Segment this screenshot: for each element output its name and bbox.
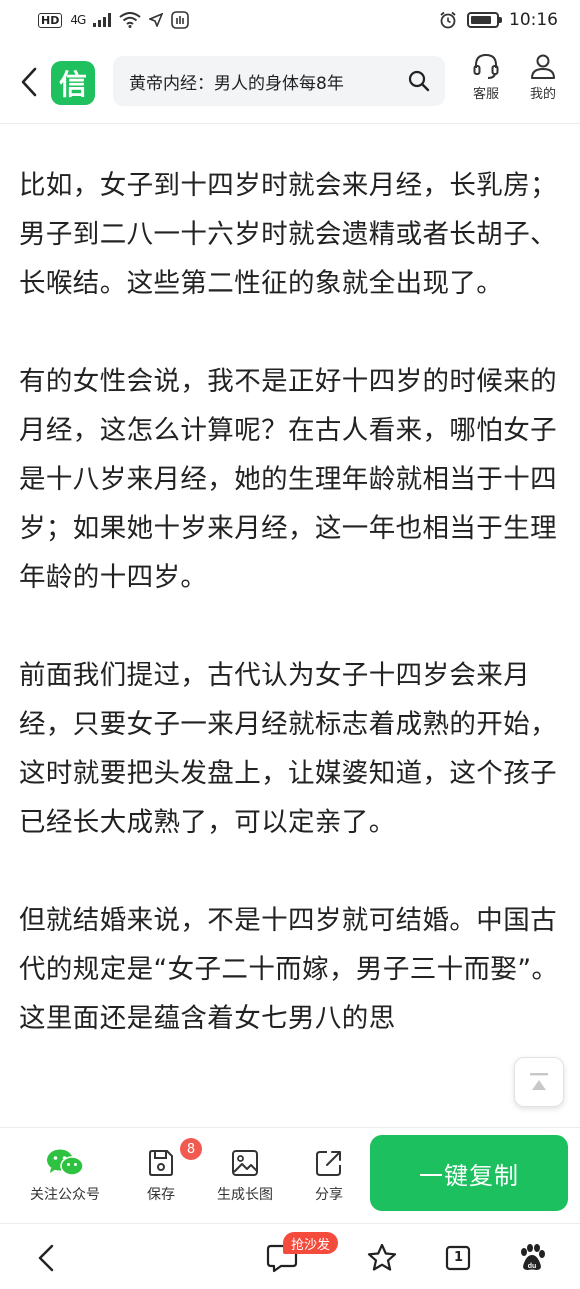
battery-icon [467, 12, 502, 28]
status-left: HD 4G [38, 11, 190, 29]
article-paragraph: 但就结婚来说，不是十四岁就可结婚。中国古代的规定是“女子二十而嫁，男子三十而娶”… [19, 905, 559, 1034]
search-icon[interactable] [407, 69, 431, 93]
svg-text:du: du [528, 1263, 537, 1270]
save-icon [149, 1150, 173, 1176]
generate-long-image-button[interactable]: 生成长图 [210, 1148, 280, 1204]
top-header: 信 黄帝内经：男人的身体每8年 客服 我的 [0, 40, 580, 124]
alarm-icon [440, 11, 456, 29]
save-count-badge: 8 [180, 1138, 202, 1160]
follow-wechat-button[interactable]: 关注公众号 [22, 1148, 108, 1204]
one-click-copy-button[interactable]: 一键复制 [370, 1135, 568, 1211]
location-arrow-icon [149, 13, 164, 27]
profile-button[interactable]: 我的 [519, 52, 567, 102]
share-icon [316, 1151, 341, 1176]
article-paragraph: 有的女性会说，我不是正好十四岁的时候来的月经，这怎么计算呢？在古人看来，哪怕女子… [19, 366, 557, 593]
share-label: 分享 [315, 1187, 343, 1203]
logo-char: 信 [58, 68, 87, 101]
browser-back-button[interactable] [26, 1238, 66, 1278]
search-query[interactable]: 黄帝内经：男人的身体每8年 [129, 69, 407, 94]
profile-label: 我的 [529, 87, 556, 102]
follow-wechat-label: 关注公众号 [30, 1187, 100, 1203]
article-content: 比如，女子到十四岁时就会来月经，长乳房；男子到二八一十六岁时就会遗精或者长胡子、… [0, 124, 580, 1127]
tabs-button[interactable]: 1 [438, 1238, 478, 1278]
tabs-count: 1 [454, 1250, 464, 1265]
grab-sofa-badge: 抢沙发 [283, 1232, 339, 1254]
clock: 10:16 [509, 10, 558, 30]
generate-long-image-label: 生成长图 [217, 1187, 273, 1203]
customer-service-button[interactable]: 客服 [462, 52, 510, 102]
article-paragraph: 比如，女子到十四岁时就会来月经，长乳房；男子到二八一十六岁时就会遗精或者长胡子、… [19, 170, 557, 299]
status-bar: HD 4G 10:16 [0, 0, 580, 40]
wechat-icon [47, 1149, 84, 1176]
baidu-paw-icon: du [521, 1244, 545, 1270]
signal-type: 4G [70, 13, 86, 27]
image-icon [232, 1150, 258, 1176]
article-paragraph: 前面我们提过，古代认为女子十四岁会来月经，只要女子一来月经就标志着成熟的开始，这… [19, 660, 557, 838]
chevron-left-icon [38, 1244, 54, 1272]
favorite-button[interactable] [362, 1238, 402, 1278]
save-label: 保存 [147, 1187, 175, 1203]
back-button[interactable] [14, 62, 44, 102]
search-bar[interactable]: 黄帝内经：男人的身体每8年 [113, 56, 445, 106]
customer-service-label: 客服 [472, 87, 499, 102]
chevron-left-icon [21, 67, 37, 97]
arrow-to-top-icon [530, 1073, 548, 1090]
save-button[interactable]: 保存 [137, 1148, 185, 1204]
share-button[interactable]: 分享 [305, 1148, 353, 1204]
star-icon [367, 1243, 397, 1271]
hand-icon [171, 11, 190, 29]
scroll-to-top-button[interactable] [514, 1057, 564, 1107]
app-logo[interactable]: 信 [51, 61, 95, 105]
wifi-icon [119, 12, 141, 28]
headset-icon [473, 53, 499, 79]
network-hd-indicator: HD [38, 12, 63, 28]
signal-bars-icon [93, 13, 112, 27]
status-right: 10:16 [439, 10, 558, 30]
battery-level [471, 16, 491, 24]
user-icon [531, 54, 555, 79]
baidu-button[interactable]: du [512, 1238, 552, 1278]
